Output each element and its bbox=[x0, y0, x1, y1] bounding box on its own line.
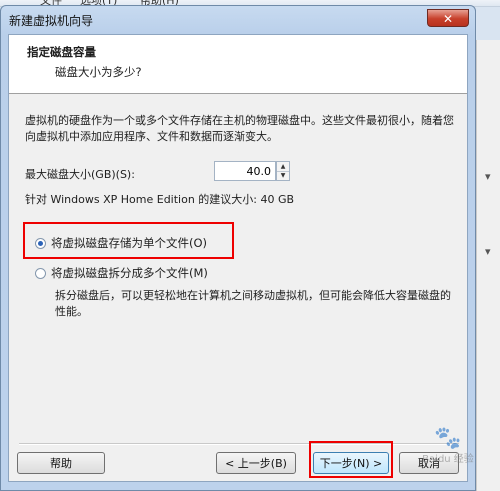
split-files-description: 拆分磁盘后，可以更轻松地在计算机之间移动虚拟机，但可能会降低大容量磁盘的性能。 bbox=[55, 289, 451, 318]
background-chevron-icon: ▾ bbox=[485, 245, 491, 258]
window-title: 新建虚拟机向导 bbox=[9, 14, 94, 28]
page-subtitle: 磁盘大小为多少? bbox=[55, 65, 142, 79]
spin-down-icon[interactable]: ▼ bbox=[277, 171, 289, 180]
annotation-highlight-box bbox=[309, 441, 393, 478]
new-vm-wizard-dialog: 新建虚拟机向导 ✕ 指定磁盘容量 磁盘大小为多少? 虚拟机的硬盘作为一个或多个文… bbox=[0, 5, 476, 491]
disk-size-spinner[interactable]: ▲ ▼ bbox=[276, 161, 290, 181]
dialog-client-area: 指定磁盘容量 磁盘大小为多少? 虚拟机的硬盘作为一个或多个文件存储在主机的物理磁… bbox=[8, 34, 468, 482]
footer-divider bbox=[19, 443, 459, 445]
close-button[interactable]: ✕ bbox=[427, 9, 469, 27]
page-title: 指定磁盘容量 bbox=[27, 45, 96, 59]
watermark-logo: 🐾 Baidu 经验 bbox=[404, 428, 492, 480]
watermark-text: Baidu 经验 bbox=[422, 454, 474, 465]
disk-description: 虚拟机的硬盘作为一个或多个文件存储在主机的物理磁盘中。这些文件最初很小，随着您向… bbox=[25, 114, 454, 143]
recommended-size-text: 针对 Windows XP Home Edition 的建议大小: 40 GB bbox=[25, 193, 295, 206]
disk-size-input[interactable] bbox=[214, 161, 276, 181]
title-bar: 新建虚拟机向导 ✕ bbox=[1, 6, 475, 34]
radio-split-files[interactable]: 将虚拟磁盘拆分成多个文件(M) bbox=[35, 265, 208, 281]
disk-size-label: 最大磁盘大小(GB)(S): bbox=[25, 168, 135, 181]
background-chevron-icon: ▾ bbox=[485, 170, 491, 183]
radio-unchecked-icon[interactable] bbox=[35, 268, 46, 279]
help-button[interactable]: 帮助 bbox=[17, 452, 105, 474]
background-app-panel: ▾ ▾ bbox=[476, 40, 500, 491]
wizard-header: 指定磁盘容量 磁盘大小为多少? bbox=[9, 35, 467, 94]
radio-split-files-label: 将虚拟磁盘拆分成多个文件(M) bbox=[51, 266, 208, 280]
back-button[interactable]: < 上一步(B) bbox=[216, 452, 296, 474]
paw-icon: 🐾 bbox=[434, 426, 462, 451]
annotation-highlight-box bbox=[23, 222, 234, 259]
